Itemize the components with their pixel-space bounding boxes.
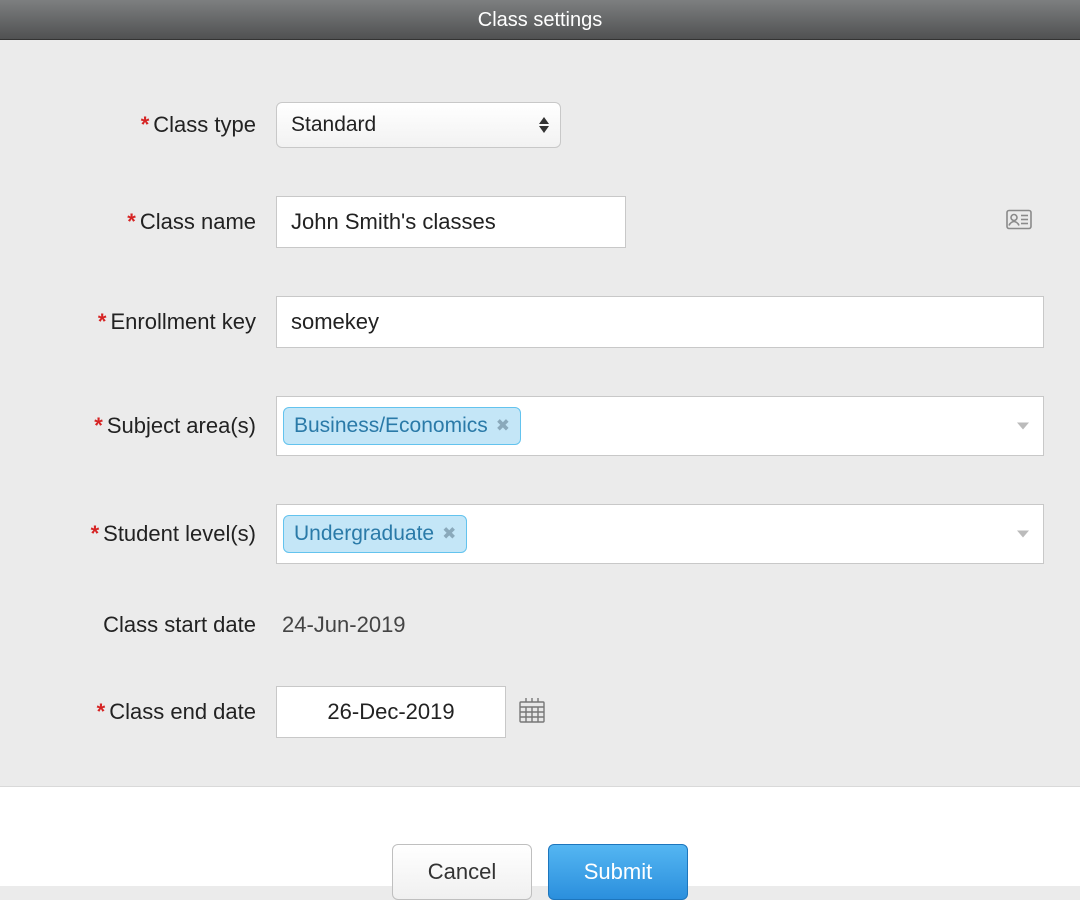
level-tag: Undergraduate ✖ xyxy=(283,515,467,553)
chevron-down-icon xyxy=(1017,531,1029,538)
class-type-select[interactable]: Standard xyxy=(276,102,561,148)
calendar-icon[interactable] xyxy=(518,696,546,729)
row-enrollment-key: *Enrollment key xyxy=(36,296,1044,348)
label-text: Class start date xyxy=(103,612,256,637)
label-text: Class type xyxy=(153,112,256,137)
cancel-button[interactable]: Cancel xyxy=(392,844,532,900)
row-subject-areas: *Subject area(s) Business/Economics ✖ xyxy=(36,396,1044,456)
label-text: Student level(s) xyxy=(103,521,256,546)
row-class-type: *Class type Standard xyxy=(36,102,1044,148)
label-class-name: *Class name xyxy=(36,209,276,235)
student-levels-multiselect[interactable]: Undergraduate ✖ xyxy=(276,504,1044,564)
required-asterisk: * xyxy=(91,521,100,546)
required-asterisk: * xyxy=(141,112,150,137)
row-student-levels: *Student level(s) Undergraduate ✖ xyxy=(36,504,1044,564)
submit-button[interactable]: Submit xyxy=(548,844,688,900)
class-type-value: Standard xyxy=(291,113,376,137)
subject-tag: Business/Economics ✖ xyxy=(283,407,521,445)
chevron-down-icon xyxy=(1017,423,1029,430)
start-date-value: 24-Jun-2019 xyxy=(276,612,406,638)
contact-card-icon[interactable] xyxy=(1006,210,1032,235)
remove-tag-icon[interactable]: ✖ xyxy=(496,416,510,436)
footer: Cancel Submit xyxy=(0,786,1080,886)
end-date-input[interactable] xyxy=(276,686,506,738)
label-enrollment-key: *Enrollment key xyxy=(36,309,276,335)
label-subject-areas: *Subject area(s) xyxy=(36,413,276,439)
class-name-input[interactable] xyxy=(276,196,626,248)
required-asterisk: * xyxy=(127,209,136,234)
required-asterisk: * xyxy=(98,309,107,334)
subject-areas-multiselect[interactable]: Business/Economics ✖ xyxy=(276,396,1044,456)
select-spinner-icon xyxy=(539,117,549,133)
enrollment-key-input[interactable] xyxy=(276,296,1044,348)
label-class-type: *Class type xyxy=(36,112,276,138)
label-text: Subject area(s) xyxy=(107,413,256,438)
label-end-date: *Class end date xyxy=(36,699,276,725)
label-text: Class end date xyxy=(109,699,256,724)
row-class-name: *Class name xyxy=(36,196,1044,248)
remove-tag-icon[interactable]: ✖ xyxy=(442,524,456,544)
row-start-date: Class start date 24-Jun-2019 xyxy=(36,612,1044,638)
label-text: Enrollment key xyxy=(110,309,256,334)
required-asterisk: * xyxy=(97,699,106,724)
form-area: *Class type Standard *Class name xyxy=(0,40,1080,816)
row-end-date: *Class end date xyxy=(36,686,1044,738)
tag-label: Undergraduate xyxy=(294,522,434,546)
label-text: Class name xyxy=(140,209,256,234)
dialog-title: Class settings xyxy=(0,0,1080,40)
label-start-date: Class start date xyxy=(36,612,276,638)
tag-label: Business/Economics xyxy=(294,414,488,438)
required-asterisk: * xyxy=(94,413,103,438)
label-student-levels: *Student level(s) xyxy=(36,521,276,547)
